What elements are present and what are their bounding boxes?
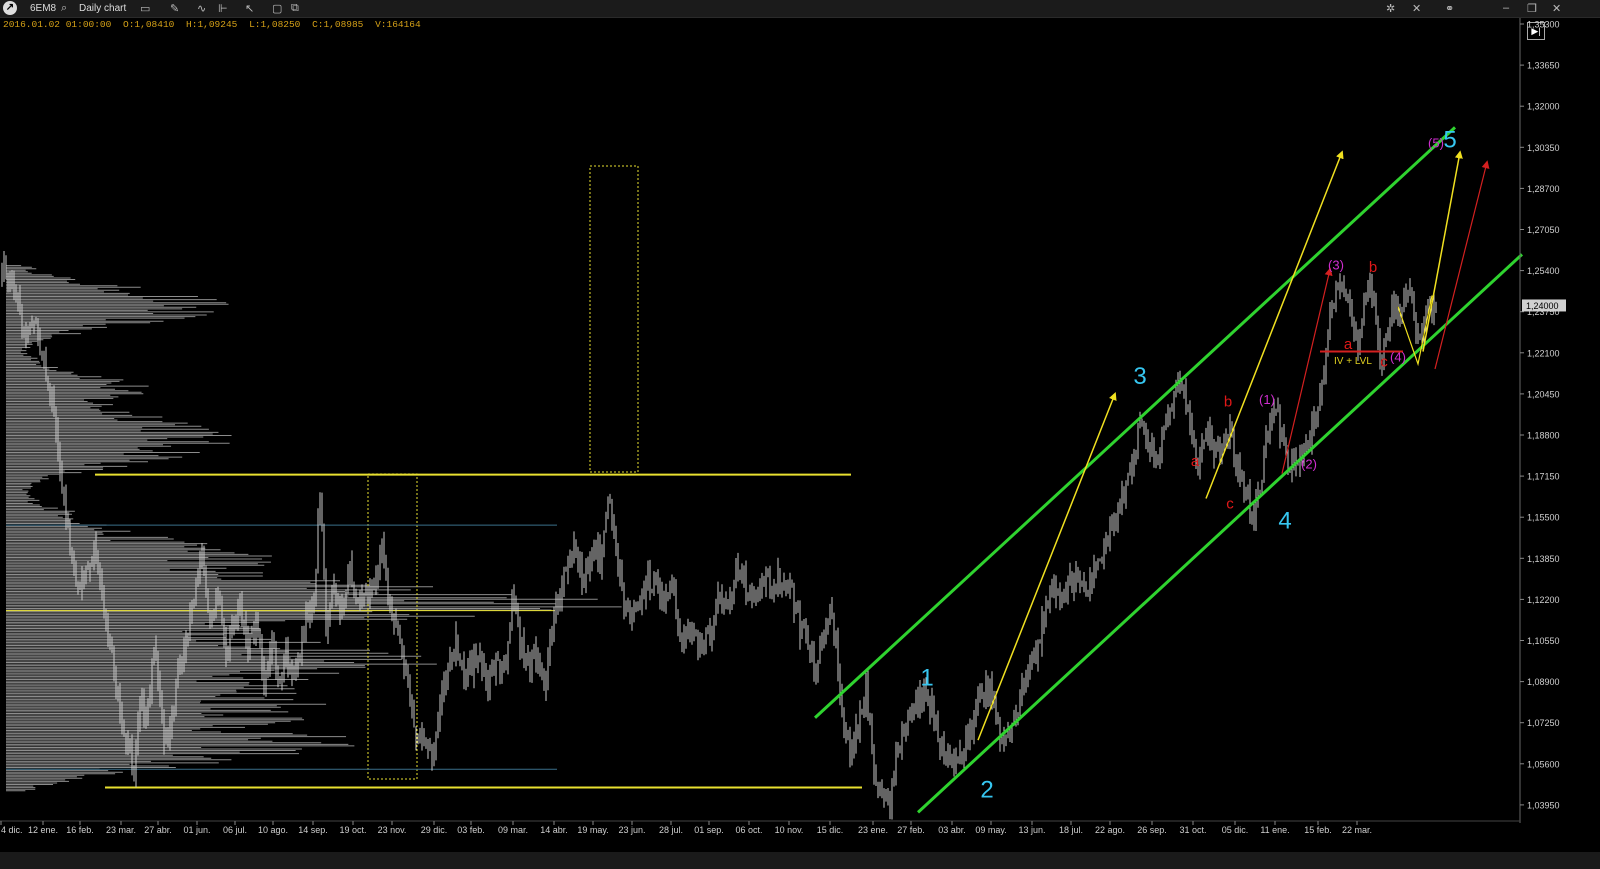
status-bar — [0, 852, 1600, 869]
sub-wave-label: (2) — [1301, 457, 1317, 472]
time-tick-label: 16 feb. — [66, 825, 94, 835]
volume-box-range — [367, 473, 418, 780]
last-price-label: 1,24000 — [1526, 301, 1559, 311]
price-tick-label: 1,08900 — [1527, 677, 1560, 687]
price-tick-label: 1,25400 — [1527, 266, 1560, 276]
time-tick-label: 10 nov. — [775, 825, 804, 835]
time-tick-label: 09 may. — [975, 825, 1006, 835]
elliott-wave-label: 5 — [1443, 126, 1456, 153]
time-tick-label: 23 nov. — [378, 825, 407, 835]
price-tick-label: 1,10550 — [1527, 636, 1560, 646]
abc-wave-label: c — [1380, 354, 1388, 371]
time-tick-label: 27 feb. — [897, 825, 925, 835]
time-tick-label: 05 dic. — [1222, 825, 1249, 835]
volume-profile — [6, 265, 622, 792]
channel-lower-line — [916, 253, 1524, 814]
time-tick-label: 13 jun. — [1018, 825, 1045, 835]
time-tick-label: 01 jun. — [183, 825, 210, 835]
yellow-projection-arrow — [1422, 150, 1463, 352]
price-axis: 1,35300 1,33650 1,32000 1,30350 1,28700 1,270… — [1519, 18, 1566, 823]
projection-arrows — [977, 150, 1490, 741]
time-tick-label: 14 abr. — [540, 825, 568, 835]
time-tick-label: 23 jun. — [618, 825, 645, 835]
price-tick-label: 1,18800 — [1527, 431, 1560, 441]
price-tick-label: 1,30350 — [1527, 143, 1560, 153]
abc-wave-label: c — [1226, 495, 1234, 512]
time-tick-label: 10 ago. — [258, 825, 288, 835]
abc-wave-label: a — [1344, 336, 1353, 353]
red-projection-arrow — [1434, 160, 1490, 370]
time-tick-label: 03 abr. — [938, 825, 966, 835]
price-tick-label: 1,28700 — [1527, 184, 1560, 194]
time-tick-label: 14 sep. — [298, 825, 328, 835]
time-axis: 4 dic. 12 ene. 16 feb. 23 mar. 27 abr. 01 jun… — [0, 820, 1520, 835]
time-tick-label: 4 dic. — [1, 825, 23, 835]
elliott-wave-label: 4 — [1278, 507, 1291, 534]
price-tick-label: 1,32000 — [1527, 102, 1560, 112]
price-bars — [1, 251, 1437, 820]
price-tick-label: 1,15500 — [1527, 513, 1560, 523]
time-tick-label: 12 ene. — [28, 825, 58, 835]
elliott-wave-label: 2 — [980, 776, 993, 803]
elliott-wave-label: 1 — [920, 664, 933, 691]
iv-lvl-label: IV + LVL — [1334, 356, 1372, 367]
price-tick-label: 1,07250 — [1527, 718, 1560, 728]
price-tick-label: 1,22100 — [1527, 348, 1560, 358]
volume-box-tall — [589, 165, 639, 473]
time-tick-label: 27 abr. — [144, 825, 172, 835]
time-tick-label: 23 mar. — [106, 825, 136, 835]
time-tick-label: 31 oct. — [1179, 825, 1206, 835]
time-tick-label: 19 may. — [577, 825, 608, 835]
price-tick-label: 1,03950 — [1527, 800, 1560, 810]
time-tick-label: 23 ene. — [858, 825, 888, 835]
time-tick-label: 29 dic. — [421, 825, 448, 835]
horizontal-levels — [6, 473, 862, 789]
wave-labels: 1 2 3 4 5 (1) (2) (3) (4) (5) a b c a b c IV + LVL — [920, 126, 1456, 803]
time-tick-label: 18 jul. — [1059, 825, 1083, 835]
sub-wave-label: (3) — [1328, 257, 1344, 272]
sub-wave-label: (4) — [1390, 350, 1406, 365]
abc-wave-label: a — [1191, 453, 1200, 470]
price-tick-label: 1,35300 — [1527, 20, 1560, 30]
price-tick-label: 1,20450 — [1527, 389, 1560, 399]
time-tick-label: 26 sep. — [1137, 825, 1167, 835]
time-tick-label: 22 ago. — [1095, 825, 1125, 835]
time-tick-label: 01 sep. — [694, 825, 724, 835]
price-tick-label: 1,12200 — [1527, 595, 1560, 605]
time-tick-label: 09 mar. — [498, 825, 528, 835]
abc-wave-label: b — [1224, 393, 1232, 410]
time-tick-label: 15 feb. — [1304, 825, 1332, 835]
time-tick-label: 22 mar. — [1342, 825, 1372, 835]
time-tick-label: 19 oct. — [339, 825, 366, 835]
time-tick-label: 06 jul. — [223, 825, 247, 835]
price-tick-label: 1,27050 — [1527, 225, 1560, 235]
time-tick-label: 28 jul. — [659, 825, 683, 835]
price-tick-label: 1,05600 — [1527, 759, 1560, 769]
yellow-projection-arrow — [1205, 150, 1344, 499]
trend-channel — [813, 126, 1524, 814]
time-tick-label: 06 oct. — [735, 825, 762, 835]
time-tick-label: 03 feb. — [457, 825, 485, 835]
price-tick-label: 1,17150 — [1527, 472, 1560, 482]
sub-wave-label: (1) — [1259, 392, 1275, 407]
time-tick-label: 15 dic. — [817, 825, 844, 835]
price-tick-label: 1,13850 — [1527, 554, 1560, 564]
time-tick-label: 11 ene. — [1260, 825, 1289, 835]
price-tick-label: 1,33650 — [1527, 61, 1560, 71]
elliott-wave-label: 3 — [1133, 363, 1146, 390]
channel-upper-line — [813, 126, 1457, 719]
price-chart[interactable]: 1 2 3 4 5 (1) (2) (3) (4) (5) a b c a b c IV + LVL 1,353… — [0, 0, 1600, 869]
sub-wave-label: (5) — [1428, 135, 1444, 150]
abc-wave-label: b — [1369, 259, 1377, 276]
